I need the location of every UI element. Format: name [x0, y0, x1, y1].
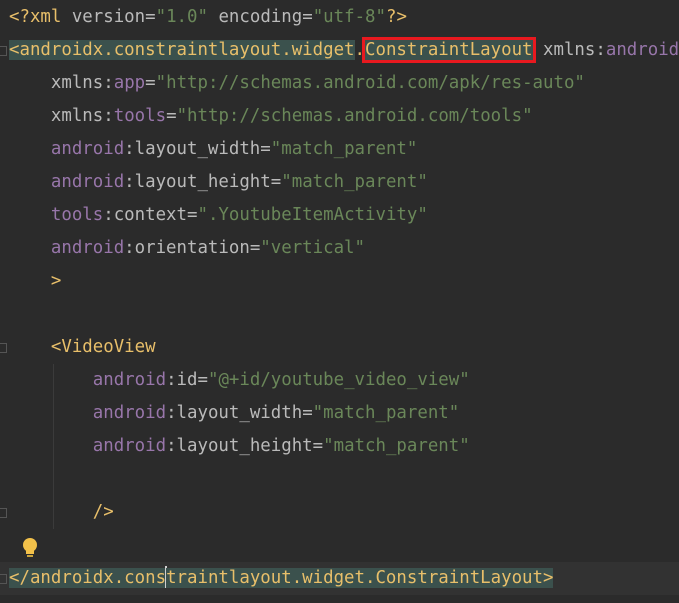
code-token: <androidx.constraintlayout.widget — [9, 40, 355, 60]
code-token: xmlns — [9, 106, 104, 126]
code-token: :context — [103, 205, 187, 225]
code-token: "http://schemas.android.com/apk/res-auto… — [155, 73, 585, 93]
code-token: = — [249, 238, 261, 258]
code-line[interactable]: android:layout_height="match_parent" — [0, 430, 679, 463]
code-line[interactable] — [0, 298, 679, 331]
code-token: <VideoView — [9, 337, 156, 357]
code-token: app — [113, 73, 146, 93]
code-line[interactable]: tools:context=".YoutubeItemActivity" — [0, 199, 679, 232]
code-token: android — [9, 139, 125, 159]
code-token: android — [605, 40, 679, 60]
code-token: "1.0" — [155, 7, 208, 27]
code-line[interactable]: android:orientation="vertical" — [0, 232, 679, 265]
code-token: "utf-8" — [312, 7, 386, 27]
fold-marker-icon[interactable] — [0, 574, 7, 584]
code-token: = — [145, 7, 156, 27]
code-token: "http://schemas.android.com/tools" — [176, 106, 533, 126]
code-token: : — [103, 73, 114, 93]
code-line[interactable]: android:id="@+id/youtube_video_view" — [0, 364, 679, 397]
fold-marker-icon[interactable] — [0, 343, 7, 353]
code-line[interactable]: <?xml version="1.0" encoding="utf-8"?> — [0, 1, 679, 34]
code-token: = — [145, 73, 156, 93]
code-token: /> — [9, 502, 114, 522]
code-token: "match_parent" — [270, 139, 418, 159]
code-line[interactable] — [0, 463, 679, 496]
code-token: : — [103, 106, 114, 126]
code-token: :orientation — [124, 238, 250, 258]
code-token: encoding — [218, 7, 303, 27]
code-token: xmlns — [9, 73, 104, 93]
code-token: "@+id/youtube_video_view" — [207, 370, 470, 390]
code-token: "match_parent" — [281, 172, 428, 192]
code-line[interactable]: android:layout_width="match_parent" — [0, 397, 679, 430]
code-token: :id — [166, 370, 198, 390]
code-token: ".YoutubeItemActivity" — [197, 205, 428, 225]
code-token: "match_parent" — [312, 403, 460, 423]
code-token: xmlns — [543, 40, 596, 60]
code-token: </androidx.cons — [9, 568, 167, 588]
code-token: = — [187, 205, 198, 225]
code-token: :layout_height — [124, 172, 271, 192]
code-line[interactable]: android:layout_height="match_parent" — [0, 166, 679, 199]
code-editor[interactable]: <?xml version="1.0" encoding="utf-8"?> <a… — [0, 0, 679, 603]
code-line[interactable] — [0, 529, 679, 562]
code-token: traintlayout.widget.ConstraintLayout> — [166, 568, 554, 588]
code-token: :layout_width — [166, 403, 303, 423]
code-token: = — [302, 7, 313, 27]
code-line[interactable]: xmlns:app="http://schemas.android.com/ap… — [0, 67, 679, 100]
code-token: . — [354, 40, 365, 60]
code-token: = — [197, 370, 208, 390]
code-line[interactable]: > — [0, 265, 679, 298]
code-token: android — [9, 238, 125, 258]
code-line[interactable]: </androidx.constraintlayout.widget.Const… — [0, 562, 679, 595]
code-token: tools — [113, 106, 167, 126]
code-token: "vertical" — [260, 238, 365, 258]
code-token: version — [71, 7, 146, 27]
code-token: = — [302, 403, 313, 423]
code-line[interactable]: android:layout_width="match_parent" — [0, 133, 679, 166]
code-token: android — [9, 436, 167, 456]
code-token: android — [9, 172, 125, 192]
code-token: :layout_height — [166, 436, 313, 456]
code-token: android — [9, 370, 167, 390]
code-token: = — [270, 172, 282, 192]
code-token: <?xml — [9, 7, 72, 27]
code-token: = — [166, 106, 177, 126]
code-token: android — [9, 403, 167, 423]
code-token: > — [9, 271, 62, 291]
code-line[interactable]: /> — [0, 496, 679, 529]
code-token: = — [312, 436, 324, 456]
code-token: : — [595, 40, 606, 60]
fold-marker-icon[interactable] — [0, 508, 7, 518]
code-token: tools — [9, 205, 104, 225]
code-line[interactable]: <androidx.constraintlayout.widget.Constr… — [0, 34, 679, 67]
fold-marker-icon[interactable] — [0, 46, 7, 56]
code-token: "match_parent" — [323, 436, 470, 456]
indent-guide — [52, 364, 54, 529]
code-token: = — [260, 139, 271, 159]
code-token: ConstraintLayout — [362, 37, 536, 63]
code-line[interactable]: xmlns:tools="http://schemas.android.com/… — [0, 100, 679, 133]
code-token: :layout_width — [124, 139, 261, 159]
code-line[interactable]: <VideoView — [0, 331, 679, 364]
code-token: ?> — [386, 7, 407, 27]
